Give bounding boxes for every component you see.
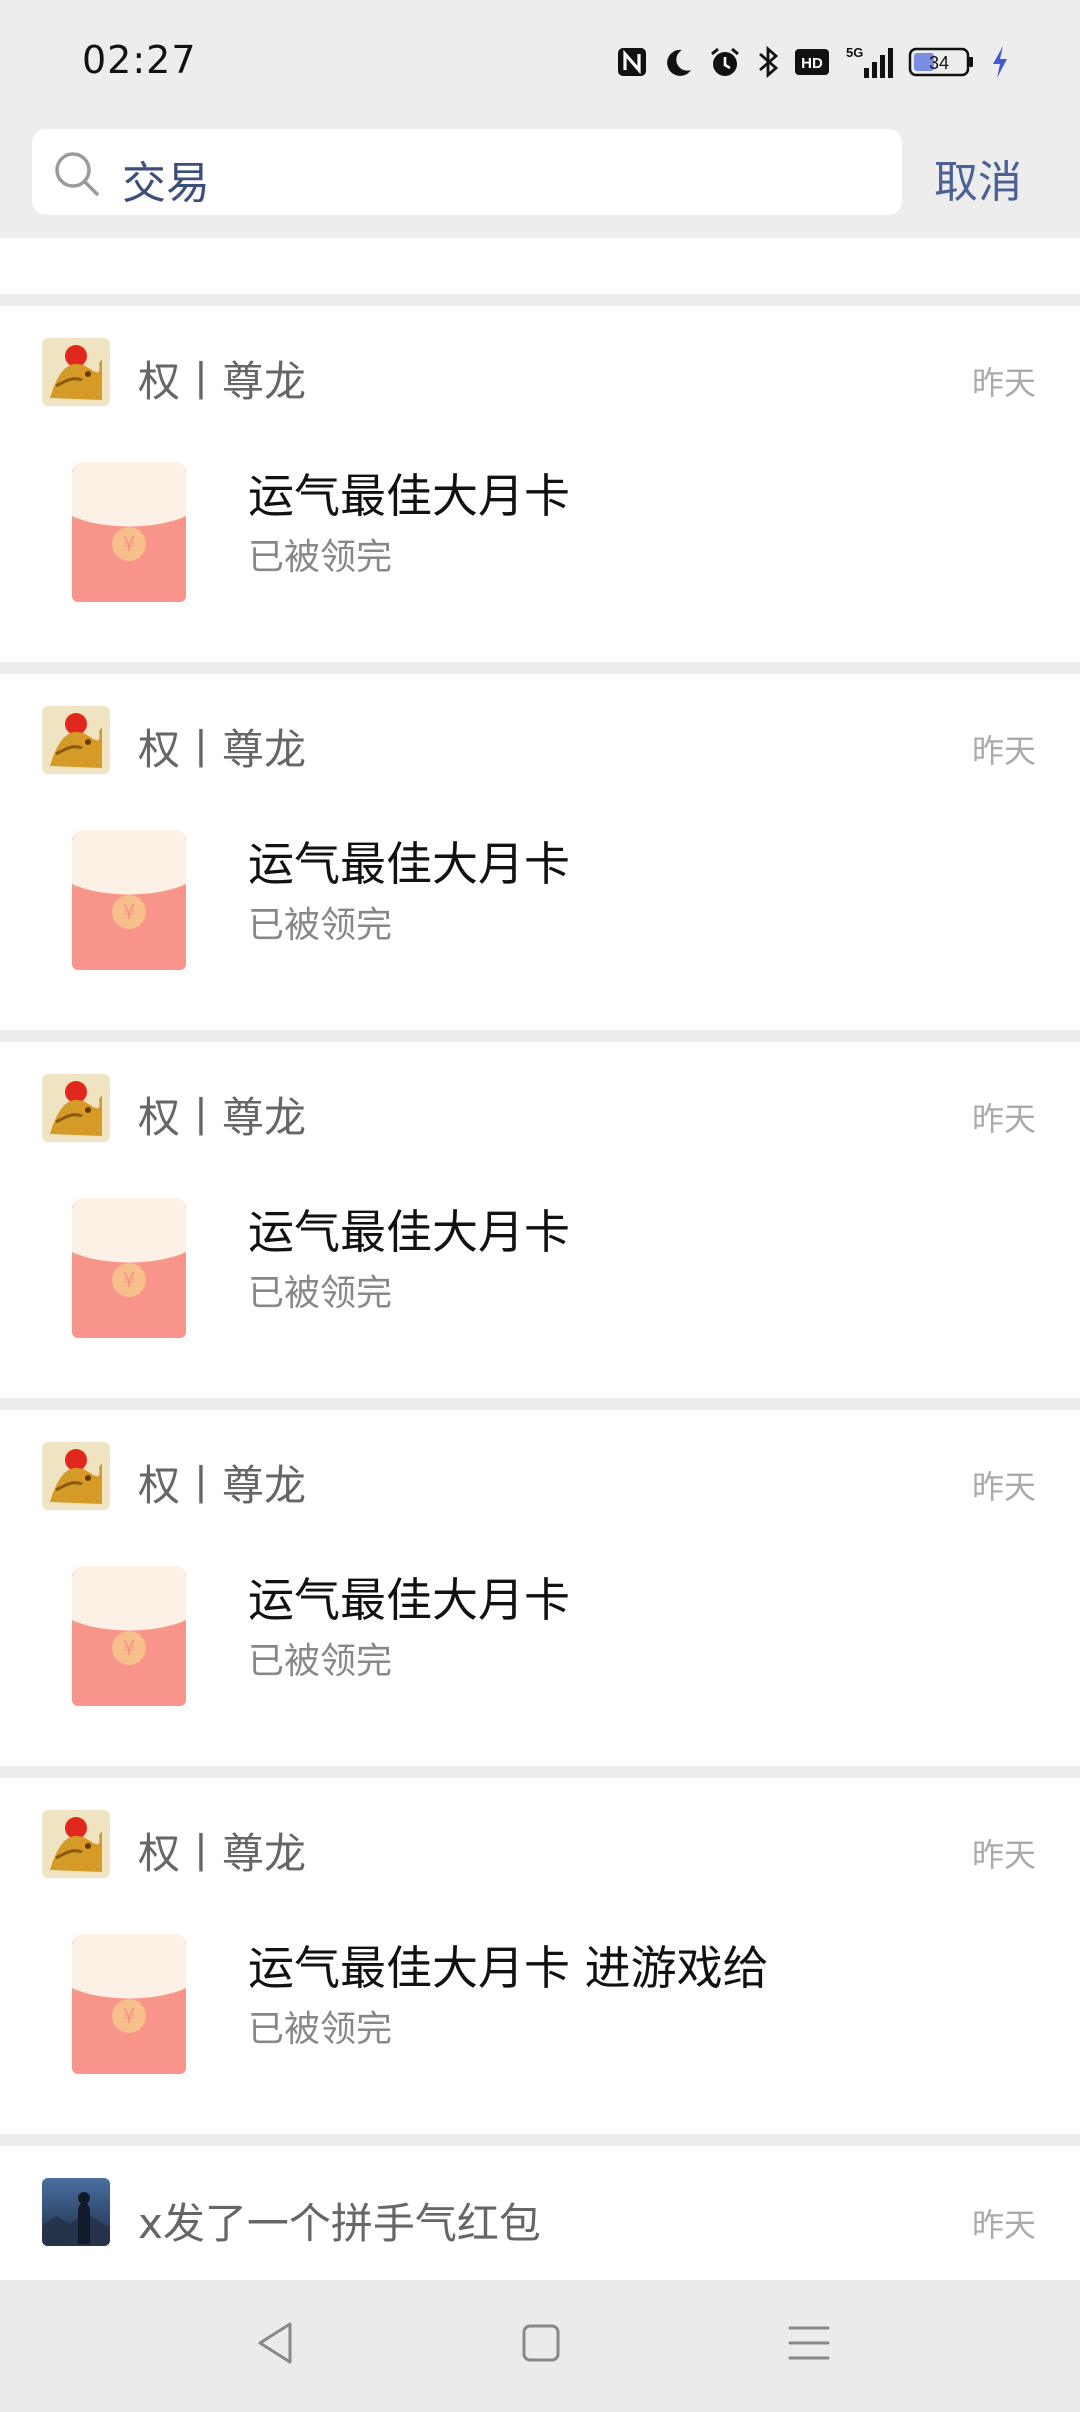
status-time: 02:27 — [82, 38, 197, 82]
svg-text:5G: 5G — [846, 45, 863, 60]
avatar[interactable] — [42, 338, 110, 406]
search-bar: 交易 取消 — [0, 120, 1080, 238]
envelope-status: 已被领完 — [248, 2009, 393, 2050]
divider — [0, 1030, 1080, 1042]
result-card[interactable]: 权丨尊龙 昨天 ¥ 运气最佳大月卡 进游戏给 已被领完 — [0, 1778, 1080, 2134]
avatar[interactable] — [42, 1810, 110, 1878]
message-date: 昨天 — [971, 1468, 1036, 1506]
sender-name: 权丨尊龙 — [138, 1461, 307, 1510]
envelope-status: 已被领完 — [248, 1641, 393, 1682]
result-card[interactable]: 权丨尊龙 昨天 ¥ 运气最佳大月卡 已被领完 — [0, 1042, 1080, 1398]
nfc-icon — [616, 42, 648, 82]
svg-text:¥: ¥ — [123, 532, 136, 556]
status-icons: HD 5G 34 — [616, 40, 1010, 84]
message-date: 昨天 — [971, 1100, 1036, 1138]
divider — [0, 294, 1080, 306]
search-icon — [52, 149, 102, 203]
sender-name: x发了一个拼手气红包 — [138, 2199, 541, 2248]
divider — [0, 1398, 1080, 1410]
envelope-status: 已被领完 — [248, 1273, 393, 1314]
message-date: 昨天 — [971, 2206, 1036, 2244]
svg-text:HD: HD — [801, 55, 823, 72]
cancel-button[interactable]: 取消 — [934, 146, 1022, 210]
divider — [0, 1766, 1080, 1778]
envelope-title: 运气最佳大月卡 — [248, 837, 570, 891]
system-nav-bar — [0, 2280, 1080, 2412]
search-results: 权丨尊龙 昨天 ¥ 运气最佳大月卡 已被领完 权丨尊龙 昨天 ¥ 运气最佳大月卡… — [0, 238, 1080, 2282]
red-envelope-icon[interactable]: ¥ — [72, 1566, 186, 1706]
hd-icon: HD — [794, 42, 830, 82]
sender-name: 权丨尊龙 — [138, 1829, 307, 1878]
avatar[interactable] — [42, 2178, 110, 2246]
envelope-title: 运气最佳大月卡 进游戏给 — [248, 1941, 769, 1995]
red-envelope-icon[interactable]: ¥ — [72, 1198, 186, 1338]
result-card[interactable]: 权丨尊龙 昨天 ¥ 运气最佳大月卡 已被领完 — [0, 1410, 1080, 1766]
red-envelope-icon[interactable]: ¥ — [72, 1934, 186, 2074]
envelope-title: 运气最佳大月卡 — [248, 1573, 570, 1627]
divider — [0, 662, 1080, 674]
search-input[interactable]: 交易 — [32, 129, 902, 215]
status-bar: 02:27 HD 5G 34 — [0, 0, 1080, 120]
divider — [0, 2134, 1080, 2146]
list-top-strip — [0, 238, 1080, 294]
svg-text:¥: ¥ — [123, 1268, 136, 1292]
svg-text:¥: ¥ — [123, 1636, 136, 1660]
battery-icon: 34 — [908, 42, 976, 82]
svg-text:¥: ¥ — [123, 2004, 136, 2028]
red-envelope-icon[interactable]: ¥ — [72, 830, 186, 970]
search-query[interactable]: 交易 — [122, 147, 210, 211]
message-date: 昨天 — [971, 364, 1036, 402]
sender-name: 权丨尊龙 — [138, 357, 307, 406]
bluetooth-icon — [756, 42, 780, 82]
menu-icon[interactable] — [786, 2318, 832, 2372]
avatar[interactable] — [42, 1074, 110, 1142]
svg-text:¥: ¥ — [123, 900, 136, 924]
sender-name: 权丨尊龙 — [138, 725, 307, 774]
avatar[interactable] — [42, 1442, 110, 1510]
result-card[interactable]: x发了一个拼手气红包 昨天 — [0, 2146, 1080, 2282]
result-card[interactable]: 权丨尊龙 昨天 ¥ 运气最佳大月卡 已被领完 — [0, 306, 1080, 662]
envelope-status: 已被领完 — [248, 905, 393, 946]
charging-icon — [990, 42, 1010, 82]
envelope-status: 已被领完 — [248, 537, 393, 578]
envelope-title: 运气最佳大月卡 — [248, 469, 570, 523]
message-date: 昨天 — [971, 1836, 1036, 1874]
sender-name: 权丨尊龙 — [138, 1093, 307, 1142]
message-date: 昨天 — [971, 732, 1036, 770]
envelope-title: 运气最佳大月卡 — [248, 1205, 570, 1259]
svg-text:34: 34 — [929, 53, 949, 73]
result-card[interactable]: 权丨尊龙 昨天 ¥ 运气最佳大月卡 已被领完 — [0, 674, 1080, 1030]
moon-icon — [662, 42, 694, 82]
avatar[interactable] — [42, 706, 110, 774]
alarm-icon — [708, 42, 742, 82]
5g-signal-icon: 5G — [844, 42, 894, 82]
back-icon[interactable] — [252, 2318, 298, 2372]
red-envelope-icon[interactable]: ¥ — [72, 462, 186, 602]
home-icon[interactable] — [518, 2318, 564, 2372]
